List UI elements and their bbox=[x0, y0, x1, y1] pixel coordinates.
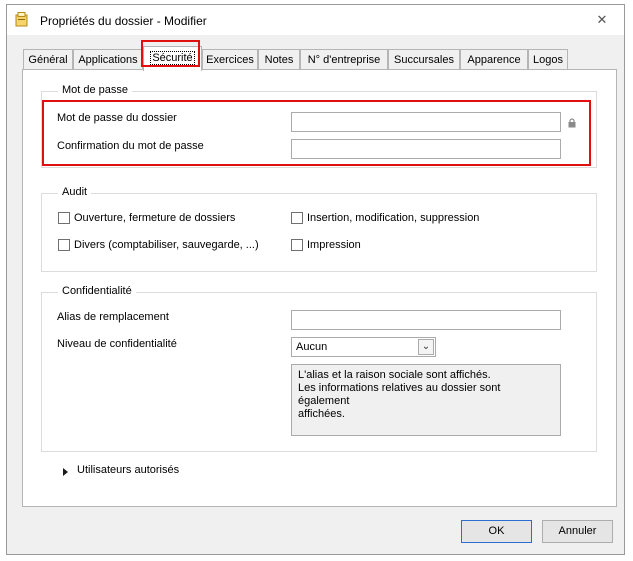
tab-general[interactable]: Général bbox=[23, 49, 73, 70]
audit-group-legend: Audit bbox=[58, 186, 92, 198]
password-group-legend: Mot de passe bbox=[58, 84, 133, 96]
highlight-password-fields bbox=[42, 100, 591, 166]
tab-exercices[interactable]: Exercices bbox=[202, 49, 258, 70]
confidentiality-group-legend: Confidentialité bbox=[58, 285, 136, 297]
audit-open-close-label: Ouverture, fermeture de dossiers bbox=[74, 212, 236, 224]
tab-notes[interactable]: Notes bbox=[258, 49, 300, 70]
alias-input[interactable] bbox=[291, 310, 561, 330]
info-line-3: affichées. bbox=[298, 408, 345, 420]
audit-insert-modify-delete-label: Insertion, modification, suppression bbox=[307, 212, 480, 224]
cancel-button[interactable]: Annuler bbox=[542, 520, 613, 543]
tab-succursales[interactable]: Succursales bbox=[388, 49, 460, 70]
title-bar: Propriétés du dossier - Modifier ✕ bbox=[7, 5, 624, 35]
audit-insert-modify-delete-checkbox[interactable] bbox=[291, 212, 303, 224]
confidentiality-level-select[interactable]: Aucun ⌄ bbox=[291, 337, 436, 357]
audit-print-label: Impression bbox=[307, 239, 361, 251]
highlight-securite-tab bbox=[141, 40, 200, 67]
window-title: Propriétés du dossier - Modifier bbox=[40, 14, 207, 28]
app-icon bbox=[15, 12, 28, 27]
audit-misc-label: Divers (comptabiliser, sauvegarde, ...) bbox=[74, 239, 259, 251]
audit-print-checkbox[interactable] bbox=[291, 239, 303, 251]
ok-button[interactable]: OK bbox=[461, 520, 532, 543]
audit-misc-checkbox[interactable] bbox=[58, 239, 70, 251]
info-line-2: Les informations relatives au dossier so… bbox=[298, 382, 501, 407]
tab-numero-entreprise[interactable]: N° d'entreprise bbox=[300, 49, 388, 70]
audit-open-close-checkbox[interactable] bbox=[58, 212, 70, 224]
alias-label: Alias de remplacement bbox=[57, 311, 169, 323]
tab-logos[interactable]: Logos bbox=[528, 49, 568, 70]
audit-group: Audit bbox=[41, 186, 597, 272]
confidentiality-level-value: Aucun bbox=[296, 341, 328, 353]
chevron-down-icon[interactable]: ⌄ bbox=[418, 339, 434, 355]
authorized-users-label[interactable]: Utilisateurs autorisés bbox=[77, 464, 179, 476]
tab-apparence[interactable]: Apparence bbox=[460, 49, 528, 70]
tab-applications[interactable]: Applications bbox=[73, 49, 143, 70]
confidentiality-level-label: Niveau de confidentialité bbox=[57, 338, 177, 350]
expand-arrow-icon[interactable] bbox=[63, 468, 68, 476]
confidentiality-info-box: L'alias et la raison sociale sont affich… bbox=[291, 364, 561, 436]
info-line-1: L'alias et la raison sociale sont affich… bbox=[298, 369, 491, 381]
close-icon[interactable]: ✕ bbox=[594, 12, 610, 28]
